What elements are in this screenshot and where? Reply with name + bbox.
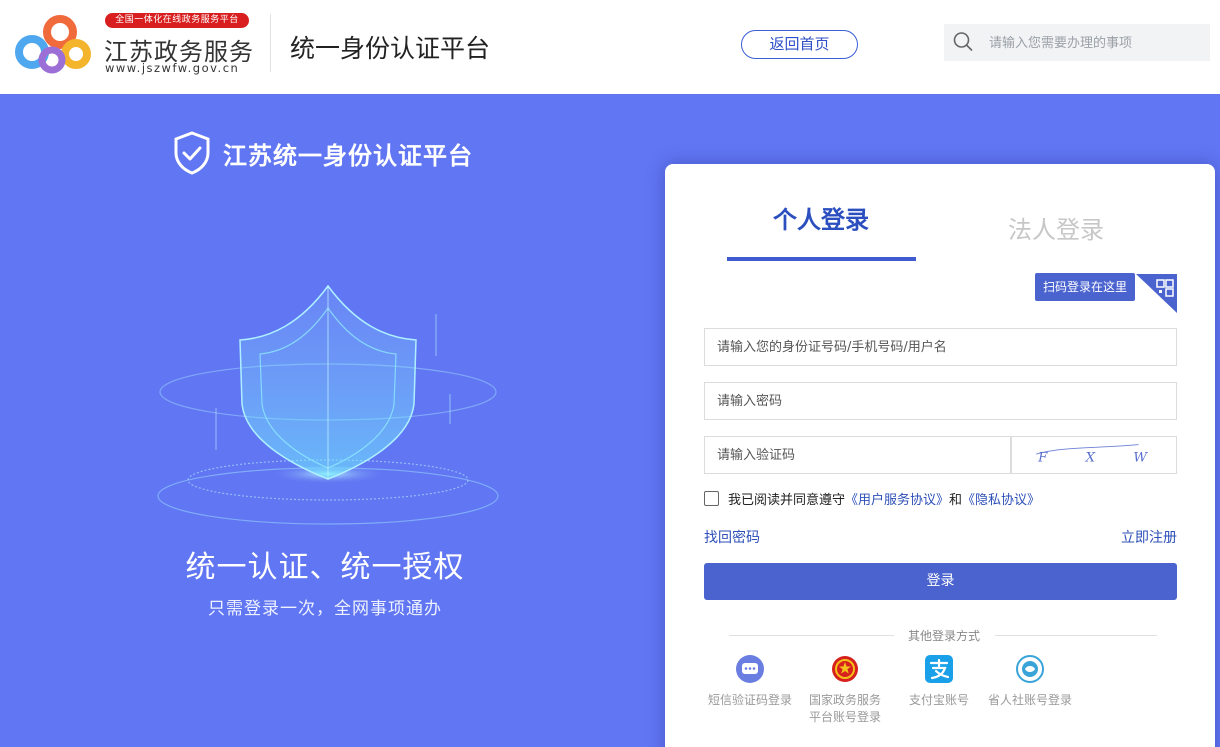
hero-subslogan: 只需登录一次，全网事项通办 [208, 599, 442, 619]
captcha-input[interactable] [705, 437, 1010, 473]
divider-left [729, 635, 894, 636]
top-header: 全国一体化在线政务服务平台 江苏政务服务 www.jszwfw.gov.cn 统… [0, 0, 1220, 94]
header-divider [270, 14, 271, 72]
qr-login-tip[interactable]: 扫码登录在这里 [1035, 273, 1135, 301]
password-field [704, 382, 1177, 420]
password-input[interactable] [705, 383, 1176, 419]
login-panel: 个人登录 法人登录 扫码登录在这里 F X W R 我已阅读并同意遵守《用户服务… [665, 164, 1215, 747]
jszwfw-logo-icon[interactable] [10, 12, 94, 76]
shield-illustration-icon [157, 284, 499, 525]
brand-url: www.jszwfw.gov.cn [105, 61, 240, 75]
register-link[interactable]: 立即注册 [1121, 527, 1177, 547]
find-password-link[interactable]: 找回密码 [704, 527, 760, 547]
qr-code-icon[interactable] [1136, 274, 1177, 313]
privacy-agreement-link[interactable]: 《隐私协议》 [962, 493, 1040, 508]
tab-legal-login[interactable]: 法人登录 [1008, 210, 1104, 245]
sms-login-label: 短信验证码登录 [707, 693, 792, 707]
search-icon[interactable] [952, 30, 974, 54]
agree-conjunction: 和 [949, 493, 963, 508]
social-security-login-option[interactable]: 省人社账号登录 [975, 654, 1085, 709]
login-button[interactable]: 登录 [704, 563, 1177, 600]
agreement-row: 我已阅读并同意遵守《用户服务协议》和《隐私协议》 [704, 489, 1040, 508]
search-bar [944, 24, 1210, 61]
account-field [704, 328, 1177, 366]
gov-label-line2: 平台账号登录 [808, 710, 881, 724]
other-login-title: 其他登录方式 [907, 629, 980, 643]
back-home-button[interactable]: 返回首页 [741, 30, 858, 59]
captcha-image[interactable]: F X W R [1011, 436, 1177, 474]
alipay-icon [925, 655, 953, 683]
social-security-login-label: 省人社账号登录 [987, 693, 1072, 707]
sms-login-option[interactable]: 短信验证码登录 [695, 654, 805, 709]
social-security-icon [1016, 655, 1044, 683]
captcha-field [704, 436, 1011, 474]
service-agreement-link[interactable]: 《用户服务协议》 [845, 493, 949, 508]
account-input[interactable] [705, 329, 1176, 365]
active-tab-indicator [727, 257, 916, 261]
brand-badge: 全国一体化在线政务服务平台 [105, 13, 249, 28]
hero-slogan: 统一认证、统一授权 [185, 550, 465, 585]
hero-platform-name: 江苏统一身份认证平台 [223, 142, 473, 170]
divider-right [995, 635, 1157, 636]
tab-personal-login[interactable]: 个人登录 [773, 200, 869, 235]
search-input[interactable] [989, 31, 1201, 55]
shield-check-icon [174, 131, 210, 175]
sms-icon [736, 655, 764, 683]
page-title: 统一身份认证平台 [290, 34, 491, 63]
agree-prefix: 我已阅读并同意遵守 [728, 493, 846, 508]
agree-checkbox[interactable] [704, 491, 719, 506]
national-emblem-icon [832, 656, 858, 682]
captcha-text: F X W R [1037, 451, 1177, 466]
